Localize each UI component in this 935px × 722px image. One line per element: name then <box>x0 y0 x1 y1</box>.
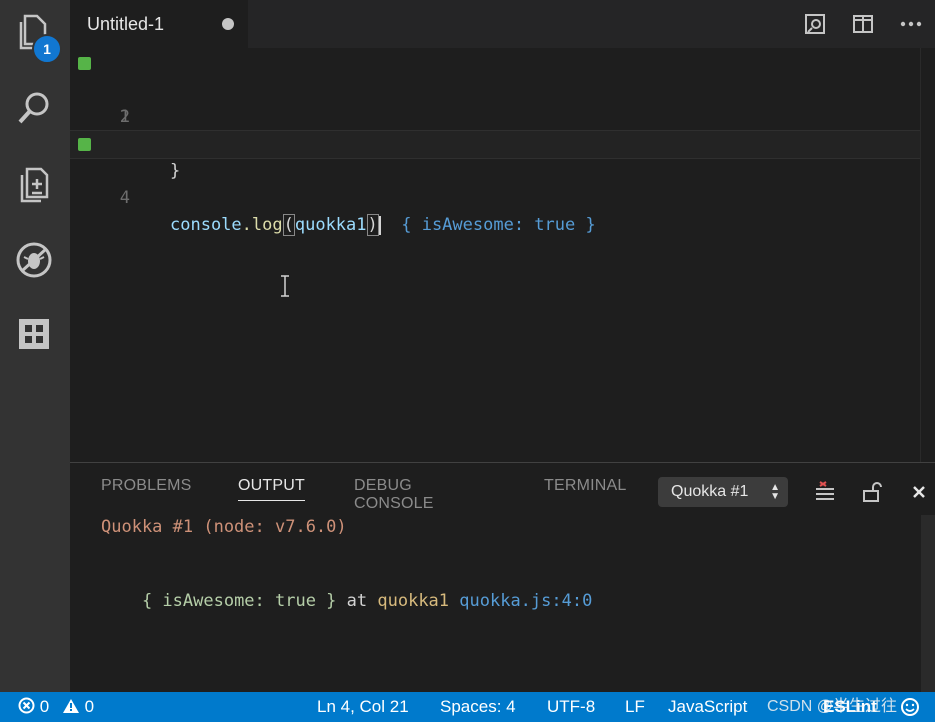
clear-output-icon[interactable] <box>810 477 840 507</box>
code-token: quokka1 <box>294 215 367 235</box>
output-header: Quokka #1 (node: v7.6.0) <box>101 517 347 537</box>
error-icon <box>18 697 35 714</box>
select-arrows-icon: ▲ ▼ <box>770 482 780 502</box>
encoding[interactable]: UTF-8 <box>547 697 595 717</box>
matching-bracket: ( <box>282 214 295 236</box>
code-line[interactable]: 2 isAwesome: true <box>70 77 935 154</box>
code-line[interactable]: 1 const quokka1 = { <box>70 50 935 154</box>
tab-title: Untitled-1 <box>87 13 165 34</box>
watermark: CSDN @半生过往 <box>767 698 898 715</box>
editor-actions <box>791 0 935 48</box>
panel-scrollbar[interactable] <box>921 515 935 693</box>
output-result-line: { isAwesome: true } at quokka1 quokka.js… <box>101 571 592 631</box>
code-editor[interactable]: 1 const quokka1 = { 2 isAwesome: true 3 … <box>70 48 935 462</box>
output-channel-select[interactable]: Quokka #1 ▲ ▼ <box>658 477 788 507</box>
editor-tab-bar: Untitled-1 <box>70 0 935 48</box>
tab-debug-console[interactable]: DEBUG CONSOLE <box>354 477 434 513</box>
code-token: .log <box>241 215 283 235</box>
scroll-lock-icon[interactable] <box>857 477 887 507</box>
tab-output[interactable]: OUTPUT <box>238 477 305 501</box>
output-channel-value: Quokka #1 <box>671 483 749 500</box>
line-number: 4 <box>119 188 130 208</box>
extensions-icon[interactable] <box>14 314 54 354</box>
feedback-smiley-icon[interactable] <box>900 697 920 722</box>
unsaved-dot-icon[interactable] <box>222 18 234 30</box>
search-icon[interactable] <box>14 88 54 128</box>
tab-terminal[interactable]: TERMINAL <box>544 477 627 495</box>
output-location-link[interactable]: quokka.js:4:0 <box>449 591 592 611</box>
quokka-coverage-marker-icon <box>78 138 91 151</box>
debug-icon[interactable] <box>14 240 54 280</box>
tab-problems[interactable]: PROBLEMS <box>101 477 192 495</box>
quokka-coverage-marker-icon <box>78 57 91 70</box>
editor-scrollbar[interactable] <box>920 48 935 462</box>
explorer-badge: 1 <box>32 34 62 64</box>
more-actions-icon[interactable] <box>887 0 935 48</box>
ibeam-cursor-icon <box>279 274 291 298</box>
code-token: } <box>170 161 181 181</box>
source-control-icon[interactable] <box>14 164 54 204</box>
code-line[interactable]: 3 } <box>70 104 935 181</box>
warning-icon <box>62 699 79 713</box>
cursor-position[interactable]: Ln 4, Col 21 <box>317 697 409 717</box>
split-editor-icon[interactable] <box>839 0 887 48</box>
code-line-current[interactable]: 4 console.log(quokka1) { isAwesome: true… <box>70 130 935 236</box>
language-mode[interactable]: JavaScript <box>668 697 747 717</box>
problems-status[interactable]: 0 0 <box>18 697 94 717</box>
tab-untitled-1[interactable]: Untitled-1 <box>70 0 248 48</box>
warning-count: 0 <box>84 697 95 716</box>
indentation[interactable]: Spaces: 4 <box>440 697 516 717</box>
quokka-inline-value: { isAwesome: true } <box>380 215 596 235</box>
code-token: console <box>170 215 242 235</box>
matching-bracket: ) <box>366 214 379 236</box>
end-of-line[interactable]: LF <box>625 697 645 717</box>
output-value: { isAwesome: true } <box>141 591 337 611</box>
close-panel-icon[interactable] <box>904 477 934 507</box>
error-count: 0 <box>39 697 50 716</box>
activity-bar: 1 <box>0 0 70 692</box>
output-function: quokka1 <box>377 591 450 611</box>
open-changes-icon[interactable] <box>791 0 839 48</box>
output-at: at <box>336 591 378 611</box>
bottom-panel: PROBLEMS OUTPUT DEBUG CONSOLE TERMINAL Q… <box>70 462 935 693</box>
